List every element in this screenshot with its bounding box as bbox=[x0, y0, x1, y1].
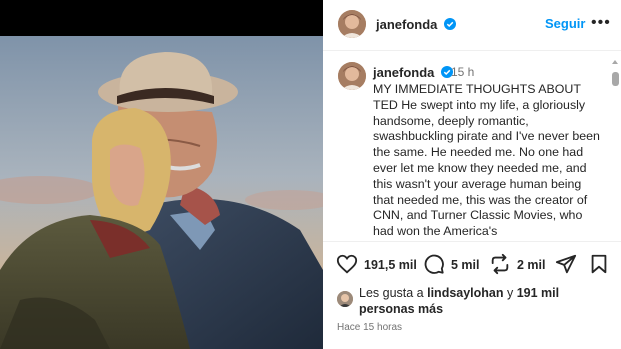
scroll-up-arrow-icon[interactable] bbox=[611, 58, 619, 66]
comments-count[interactable]: 5 mil bbox=[451, 258, 480, 272]
post-photo[interactable] bbox=[0, 0, 323, 349]
post-header: janefonda Seguir ••• bbox=[323, 0, 621, 51]
caption-scrollbar-thumb[interactable] bbox=[612, 72, 619, 86]
author-avatar[interactable] bbox=[338, 10, 366, 38]
couple-photo-illustration bbox=[0, 0, 323, 349]
caption-area: janefonda 15 h MY IMMEDIATE THOUGHTS ABO… bbox=[323, 51, 621, 241]
reposts-count[interactable]: 2 mil bbox=[517, 258, 546, 272]
verified-badge-icon bbox=[444, 18, 457, 30]
more-options-icon[interactable]: ••• bbox=[591, 14, 611, 32]
likes-count[interactable]: 191,5 mil bbox=[364, 258, 417, 272]
comment-icon[interactable] bbox=[423, 253, 445, 275]
caption-author-avatar[interactable] bbox=[338, 62, 366, 90]
caption-author[interactable]: janefonda bbox=[373, 65, 454, 80]
post-time-ago: Hace 15 horas bbox=[337, 322, 403, 333]
caption-timestamp: 15 h bbox=[451, 65, 475, 79]
liked-by-middle: y bbox=[503, 286, 517, 300]
heart-icon[interactable] bbox=[336, 253, 358, 275]
follow-button[interactable]: Seguir bbox=[545, 16, 585, 31]
avatar-image bbox=[338, 62, 366, 90]
caption-author-text[interactable]: janefonda bbox=[373, 65, 434, 80]
liked-by-text: Les gusta a lindsaylohan y 191 mil perso… bbox=[359, 285, 609, 317]
liked-by-user-link[interactable]: lindsaylohan bbox=[427, 286, 503, 300]
repost-icon[interactable] bbox=[489, 253, 511, 275]
post-details-panel: janefonda Seguir ••• janefonda 15 h MY I… bbox=[323, 0, 621, 349]
author-username[interactable]: janefonda bbox=[376, 17, 457, 32]
bookmark-icon[interactable] bbox=[588, 253, 610, 275]
caption-text: MY IMMEDIATE THOUGHTS ABOUT TED He swept… bbox=[373, 82, 600, 239]
avatar-image bbox=[337, 291, 353, 307]
actions-divider bbox=[323, 241, 621, 242]
liked-by-prefix: Les gusta a bbox=[359, 286, 428, 300]
liker-avatar[interactable] bbox=[337, 291, 353, 307]
author-username-text[interactable]: janefonda bbox=[376, 17, 437, 32]
share-icon[interactable] bbox=[555, 253, 577, 275]
avatar-image bbox=[338, 10, 366, 38]
